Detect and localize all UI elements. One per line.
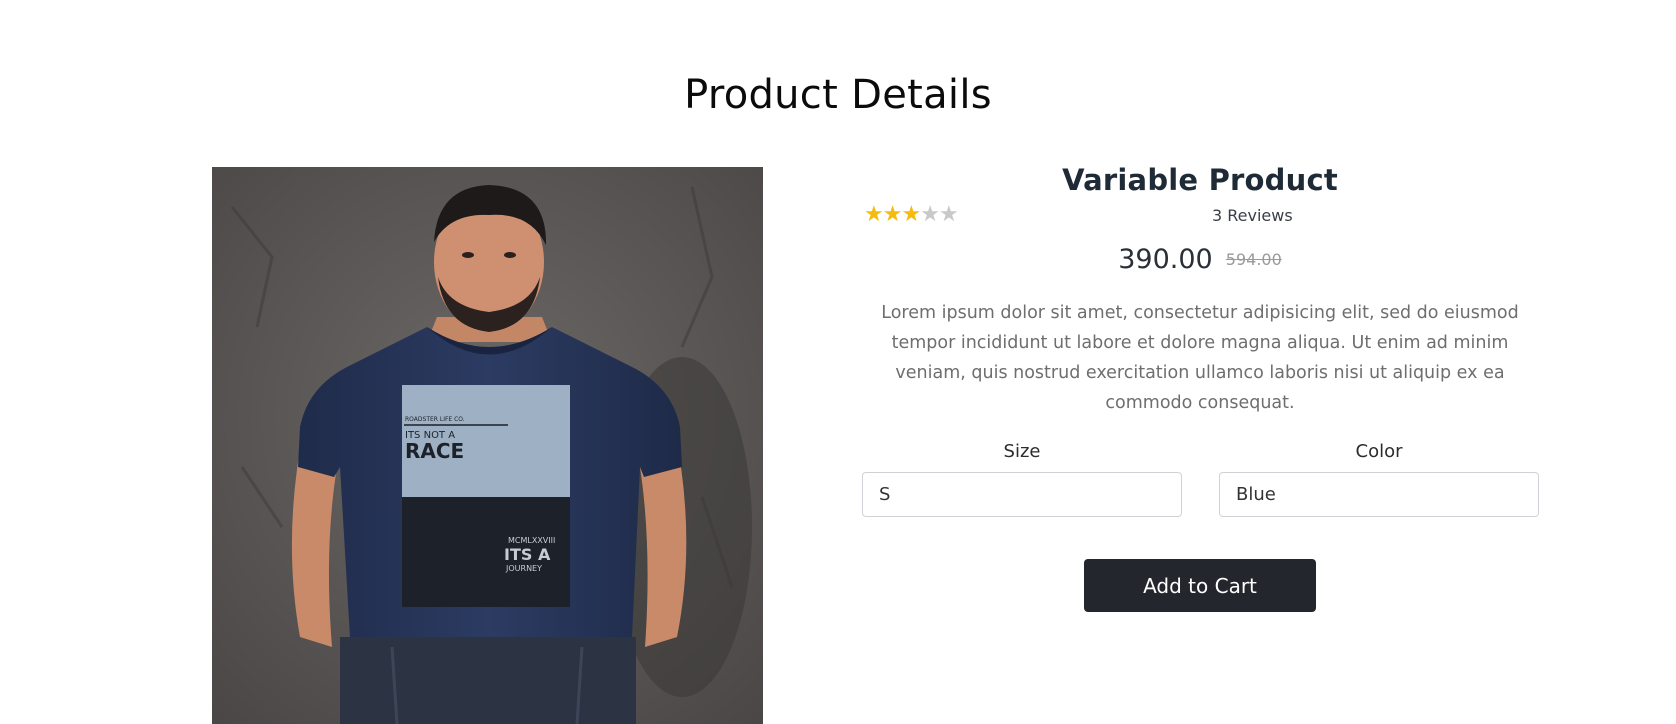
size-option: Size S — [862, 438, 1182, 517]
star-filled-icon: ★ — [864, 202, 884, 227]
product-details-page: Product Details ROADSTER LIFE CO. ITS NO… — [0, 0, 1676, 724]
original-price: 594.00 — [1225, 250, 1282, 269]
size-label: Size — [1003, 441, 1041, 462]
shirt-print-bottom-big-text: ITS A — [504, 545, 551, 564]
star-filled-icon: ★ — [901, 202, 921, 227]
color-label: Color — [1355, 441, 1403, 462]
add-to-cart-button[interactable]: Add to Cart — [1084, 559, 1316, 612]
color-option: Color Blue — [1219, 438, 1539, 517]
size-select[interactable]: S — [862, 472, 1182, 517]
product-options: Size S Color Blue — [862, 438, 1539, 518]
rating-row: ★★★★★ 3 Reviews — [862, 200, 1538, 232]
star-filled-icon: ★ — [882, 202, 903, 227]
product-image: ROADSTER LIFE CO. ITS NOT A RACE MCMLXXV… — [212, 167, 763, 724]
page-title: Product Details — [684, 72, 992, 118]
product-description: Lorem ipsum dolor sit amet, consectetur … — [881, 303, 1519, 413]
shirt-print-small-text: ROADSTER LIFE CO. — [405, 416, 465, 423]
cart-action: Add to Cart — [862, 559, 1538, 612]
shirt-print-mid-text: MCMLXXVIII — [508, 536, 555, 545]
star-empty-icon: ★ — [920, 202, 940, 227]
reviews-count: 3 Reviews — [1212, 206, 1293, 225]
star-rating: ★★★★★ — [864, 202, 959, 227]
product-info-panel: Variable Product ★★★★★ 3 Reviews 390.00 … — [862, 160, 1539, 612]
color-select[interactable]: Blue — [1219, 472, 1539, 517]
product-name: Variable Product — [1062, 163, 1338, 197]
shirt-print-bottom-small-text: JOURNEY — [505, 564, 542, 573]
price-row: 390.00 594.00 — [862, 244, 1538, 278]
star-empty-icon: ★ — [938, 202, 959, 227]
current-price: 390.00 — [1118, 244, 1213, 275]
shirt-print-big-text: RACE — [405, 439, 464, 463]
